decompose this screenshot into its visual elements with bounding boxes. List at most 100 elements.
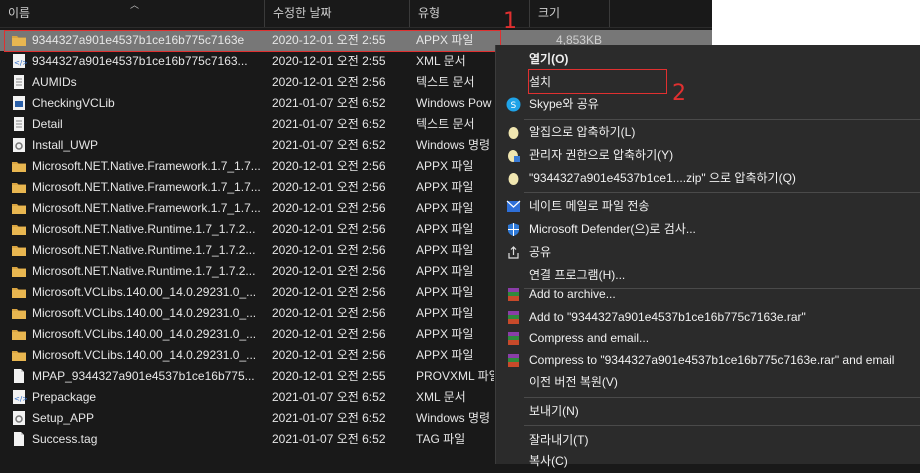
folder-package-icon	[11, 158, 27, 174]
file-date: 2021-01-07 오전 6:52	[272, 390, 386, 404]
menu-item-cut[interactable]: 잘라내기(T)	[496, 429, 920, 452]
file-type: TAG 파일	[416, 432, 466, 446]
header-size[interactable]: 크기	[530, 0, 610, 27]
menu-separator	[524, 119, 920, 120]
file-type: APPX 파일	[416, 285, 474, 299]
svg-text:S: S	[511, 101, 517, 111]
file-type: APPX 파일	[416, 180, 474, 194]
annotation-number-2: 2	[672, 81, 686, 106]
file-name: Microsoft.NET.Native.Framework.1.7_1.7..…	[32, 180, 260, 194]
winrar-icon	[506, 287, 521, 302]
defender-shield-icon	[506, 222, 521, 237]
file-date: 2020-12-01 오전 2:55	[272, 54, 386, 68]
file-type: 텍스트 문서	[416, 75, 475, 89]
alzip-egg-icon	[506, 125, 521, 140]
folder-package-icon	[11, 179, 27, 195]
menu-item-nate-mail[interactable]: 네이트 메일로 파일 전송	[496, 195, 920, 218]
folder-package-icon	[11, 242, 27, 258]
alzip-admin-icon	[506, 148, 521, 163]
folder-package-icon	[11, 347, 27, 363]
file-date: 2021-01-07 오전 6:52	[272, 138, 386, 152]
file-date: 2021-01-07 오전 6:52	[272, 96, 386, 110]
menu-item-compress-rar-email[interactable]: Compress to "9344327a901e4537b1ce16b775c…	[496, 349, 920, 372]
menu-item-add-to-rar[interactable]: Add to "9344327a901e4537b1ce16b775c7163e…	[496, 306, 920, 329]
file-type: Windows 명령	[416, 411, 491, 425]
xml-file-icon: </>	[11, 389, 28, 405]
winrar-icon	[506, 331, 521, 346]
annotation-box-1	[4, 30, 501, 52]
file-name: Prepackage	[32, 390, 97, 404]
file-type: PROVXML 파일	[416, 369, 494, 383]
sort-up-icon: ︿	[130, 0, 140, 10]
menu-item-restore-previous[interactable]: 이전 버전 복원(V)	[496, 371, 920, 394]
winrar-icon	[506, 353, 521, 368]
menu-item-open[interactable]: 열기(O)	[496, 48, 920, 71]
file-date: 2020-12-01 오전 2:56	[272, 222, 386, 236]
file-type: Windows Pow	[416, 96, 492, 110]
file-type: APPX 파일	[416, 201, 474, 215]
menu-item-compress-admin[interactable]: 관리자 권한으로 압축하기(Y)	[496, 144, 920, 167]
menu-item-skype-share[interactable]: S Skype와 공유	[496, 93, 920, 116]
share-icon	[506, 245, 521, 260]
file-name: Microsoft.NET.Native.Runtime.1.7_1.7.2..…	[32, 264, 256, 278]
file-type: APPX 파일	[416, 222, 474, 236]
xml-file-icon: </>	[11, 53, 28, 69]
file-type: XML 문서	[416, 54, 466, 68]
file-name: Microsoft.NET.Native.Runtime.1.7_1.7.2..…	[32, 222, 256, 236]
menu-item-share[interactable]: 공유	[496, 241, 920, 264]
batch-file-icon	[11, 410, 27, 426]
folder-package-icon	[11, 263, 27, 279]
file-name: Microsoft.VCLibs.140.00_14.0.29231.0_...	[32, 348, 257, 362]
file-name: MPAP_9344327a901e4537b1ce16b775...	[32, 369, 255, 383]
file-type: XML 문서	[416, 390, 466, 404]
generic-file-icon	[11, 368, 27, 384]
header-date[interactable]: 수정한 날짜	[265, 0, 410, 27]
file-name: Setup_APP	[32, 411, 95, 425]
menu-item-copy[interactable]: 복사(C)	[496, 450, 920, 473]
file-date: 2020-12-01 오전 2:56	[272, 348, 386, 362]
file-name: Install_UWP	[32, 138, 99, 152]
file-name: CheckingVCLib	[32, 96, 115, 110]
file-date: 2020-12-01 오전 2:56	[272, 180, 386, 194]
file-name: Microsoft.NET.Native.Framework.1.7_1.7..…	[32, 201, 260, 215]
file-name: Microsoft.NET.Native.Runtime.1.7_1.7.2..…	[32, 243, 256, 257]
menu-item-defender-scan[interactable]: Microsoft Defender(으)로 검사...	[496, 218, 920, 241]
file-name: 9344327a901e4537b1ce16b775c7163...	[32, 54, 248, 68]
file-date: 2020-12-01 오전 2:56	[272, 201, 386, 215]
file-date: 2020-12-01 오전 2:55	[272, 369, 386, 383]
winrar-icon	[506, 310, 521, 325]
batch-file-icon	[11, 137, 27, 153]
menu-item-compress-named-zip[interactable]: "9344327a901e4537b1ce1....zip" 으로 압축하기(Q…	[496, 167, 920, 190]
file-date: 2020-12-01 오전 2:56	[272, 264, 386, 278]
column-header: 이름 ︿ 수정한 날짜 유형 크기	[0, 0, 712, 28]
folder-package-icon	[11, 326, 27, 342]
file-type: APPX 파일	[416, 306, 474, 320]
folder-package-icon	[11, 221, 27, 237]
generic-file-icon	[11, 431, 27, 447]
file-date: 2020-12-01 오전 2:56	[272, 306, 386, 320]
file-name: Microsoft.VCLibs.140.00_14.0.29231.0_...	[32, 327, 257, 341]
menu-item-send-to[interactable]: 보내기(N)	[496, 400, 920, 423]
file-date: 2020-12-01 오전 2:56	[272, 243, 386, 257]
file-date: 2020-12-01 오전 2:56	[272, 159, 386, 173]
text-file-icon	[11, 116, 27, 132]
annotation-number-1: 1	[503, 9, 517, 34]
file-date: 2020-12-01 오전 2:56	[272, 285, 386, 299]
svg-text:</>: </>	[14, 395, 27, 403]
file-type: APPX 파일	[416, 159, 474, 173]
menu-item-add-to-archive[interactable]: Add to archive...	[496, 283, 920, 306]
menu-separator	[524, 192, 920, 193]
file-name: Microsoft.VCLibs.140.00_14.0.29231.0_...	[32, 285, 257, 299]
file-date: 2020-12-01 오전 2:56	[272, 327, 386, 341]
file-date: 2021-01-07 오전 6:52	[272, 432, 386, 446]
file-name: AUMIDs	[32, 75, 77, 89]
file-type: 텍스트 문서	[416, 117, 475, 131]
powershell-file-icon	[11, 95, 27, 111]
alzip-egg-icon	[506, 171, 521, 186]
folder-package-icon	[11, 200, 27, 216]
text-file-icon	[11, 74, 27, 90]
menu-separator	[524, 397, 920, 398]
file-name: Detail	[32, 117, 63, 131]
menu-item-compress-alzip[interactable]: 알집으로 압축하기(L)	[496, 121, 920, 144]
menu-item-compress-email[interactable]: Compress and email...	[496, 327, 920, 350]
